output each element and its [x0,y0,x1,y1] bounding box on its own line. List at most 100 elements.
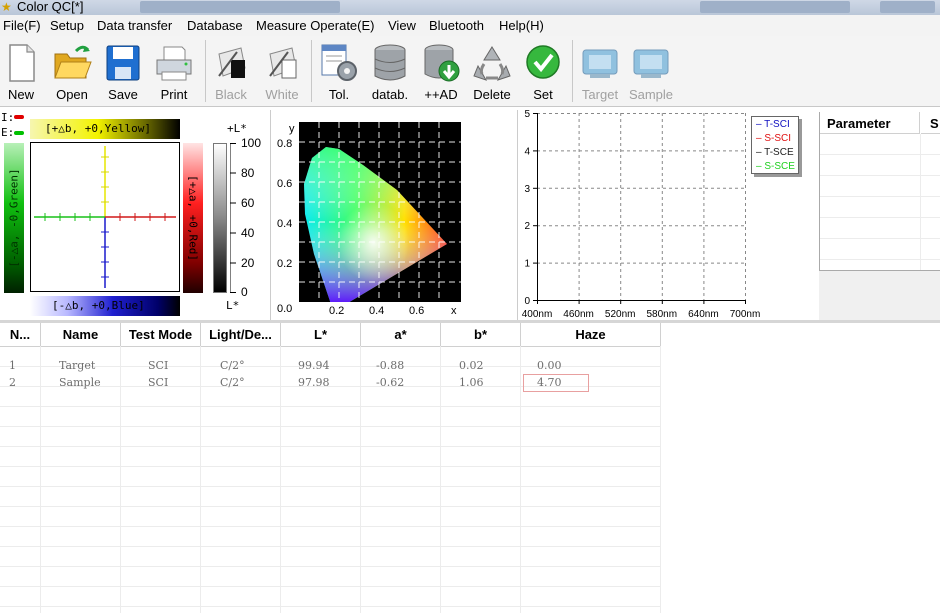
y-tick-label: 0 [524,296,530,307]
menu-bar: File(F) Setup Data transfer Database Mea… [0,15,940,37]
settings-button[interactable]: Set [518,38,568,104]
parameter-rows [820,134,940,270]
menu-view[interactable]: View [388,18,416,33]
lightness-tick-label: 0 [241,285,248,299]
cell-l-star: 99.94 [298,359,330,372]
column-header-test-mode[interactable]: Test Mode [121,323,201,347]
excluded-indicator-label: E: [1,126,15,139]
yellow-axis-label: [+△b, +0,Yellow] [45,122,151,135]
y-tick-label: 3 [524,184,530,195]
blue-axis-label: [-△b, +0,Blue] [52,299,145,312]
column-header-number[interactable]: N... [0,323,41,347]
white-calibration-icon [269,47,297,79]
database-button[interactable]: datab. [365,38,415,104]
column-header-light-detector[interactable]: Light/De... [201,323,281,347]
black-calibration-icon [218,47,246,78]
column-divider [660,346,661,613]
ab-crosshair-plot [30,142,180,292]
legend-label: S-SCI [764,133,792,144]
cell-name: Sample [59,376,101,389]
cie-x-axis-label: x [451,305,457,317]
title-bar: ★ Color QC[*] [0,0,940,15]
cell-a-star: -0.62 [376,376,405,389]
new-file-icon [9,44,35,82]
open-button[interactable]: Open [47,38,97,104]
illuminant-indicator-label: I: [1,111,15,124]
print-button[interactable]: Print [149,38,199,104]
white-button[interactable]: White [257,38,307,104]
toolbar: New Open Save Print Black White Tol. dat… [0,36,940,107]
menu-bluetooth[interactable]: Bluetooth [429,18,484,33]
title-bar-decoration [140,1,340,13]
add-to-database-button[interactable]: ++AD [416,38,466,104]
new-button[interactable]: New [0,38,46,104]
cell-haze: 0.00 [537,359,562,372]
cell-light-detector: C/2° [220,376,245,389]
y-tick-label: 1 [524,259,530,270]
row-divider [0,506,660,507]
row-divider [0,406,660,407]
legend-entry-t-sce: – T-SCE [756,146,798,160]
cell-haze: 4.70 [537,376,562,389]
measurement-table: N... Name Test Mode Light/De... L* a* b*… [0,323,940,613]
chart-legend: – T-SCI – S-SCI – T-SCE – S-SCE [751,116,799,174]
check-icon [526,45,560,79]
printer-icon [156,46,192,81]
row-divider [0,466,660,467]
row-divider [0,606,660,607]
delete-button[interactable]: Delete [467,38,517,104]
menu-data-transfer[interactable]: Data transfer [97,18,172,33]
lightness-tick-label: 80 [241,166,255,180]
illuminant-indicator [14,115,24,119]
column-header-b-star[interactable]: b* [441,323,521,347]
cie-y-tick: 0.2 [277,258,293,270]
parameter-column-divider [920,134,921,270]
cie-y-tick: 0.4 [277,218,293,230]
parameter-second-column-header[interactable]: S [921,112,940,134]
cie-chromaticity-panel: y x 0.8 0.6 0.4 0.2 0.0 0.2 0.4 0.6 [270,110,517,320]
red-axis-label: [+△a, +0,Red] [186,174,200,262]
column-header-haze[interactable]: Haze [521,323,661,347]
app-icon: ★ [1,0,12,14]
y-tick-label: 2 [524,221,530,232]
cell-test-mode: SCI [148,359,169,372]
cell-b-star: 1.06 [459,376,484,389]
menu-setup[interactable]: Setup [50,18,84,33]
floppy-disk-icon [106,45,140,81]
cie-x-tick: 0.2 [329,305,345,317]
cie-y-tick: 0.8 [277,138,293,150]
menu-measure-operate[interactable]: Measure Operate(E) [256,18,375,33]
white-label: White [265,87,299,102]
column-header-a-star[interactable]: a* [361,323,441,347]
menu-database[interactable]: Database [187,18,243,33]
legend-label: T-SCI [764,119,790,130]
column-header-name[interactable]: Name [41,323,121,347]
row-divider [0,426,660,427]
minus-lightness-label: L* [226,299,240,312]
target-button[interactable]: Target [575,38,625,104]
window-controls[interactable] [880,1,935,13]
cell-a-star: -0.88 [376,359,405,372]
save-button[interactable]: Save [98,38,148,104]
x-tick-label: 400nm [522,309,553,320]
green-axis-label: [-△a, -0,Green] [7,168,21,268]
tolerance-button[interactable]: Tol. [314,38,364,104]
lightness-tick-label: 40 [241,226,255,240]
row-divider [0,566,660,567]
x-tick-label: 700nm [730,309,761,320]
sample-button[interactable]: Sample [626,38,676,104]
legend-entry-s-sci: – S-SCI [756,132,798,146]
plus-lightness-label: +L* [227,122,247,135]
parameter-column-header[interactable]: Parameter [820,112,920,134]
menu-help[interactable]: Help(H) [499,18,544,33]
column-header-l-star[interactable]: L* [281,323,361,347]
cie-x-tick: 0.4 [369,305,385,317]
x-tick-label: 520nm [605,309,636,320]
black-button[interactable]: Black [206,38,256,104]
row-divider [0,526,660,527]
menu-file[interactable]: File(F) [3,18,41,33]
cell-number: 2 [9,376,16,389]
database-add-icon [424,44,460,82]
lightness-tick-label: 100 [241,136,262,150]
legend-entry-s-sce: – S-SCE [756,160,798,174]
